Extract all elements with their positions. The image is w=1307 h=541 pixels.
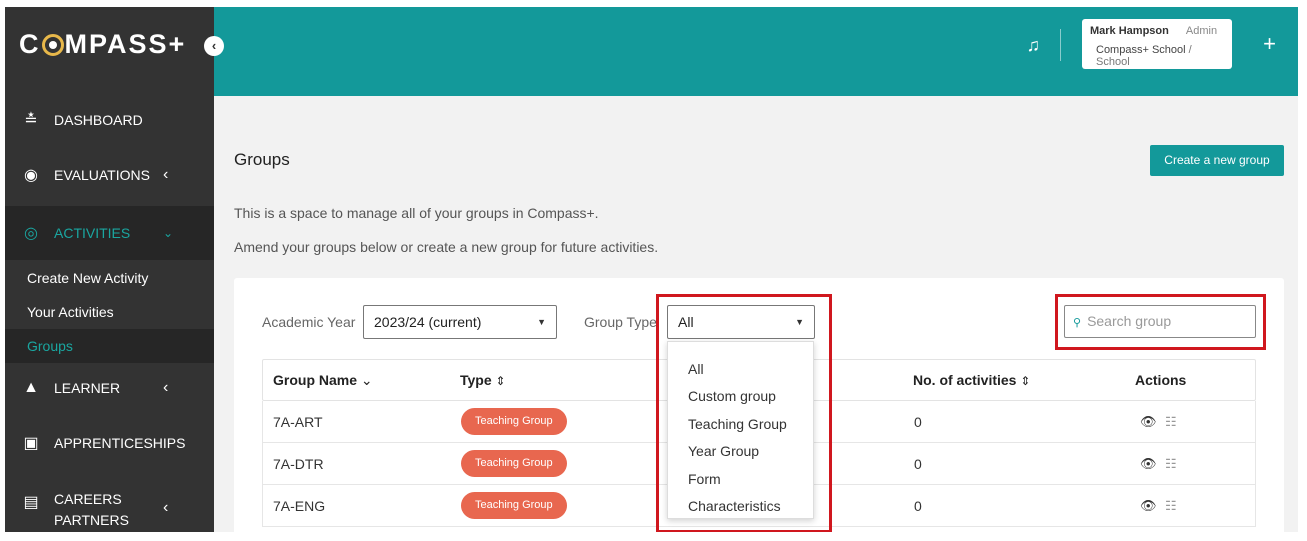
sidebar-collapse-button[interactable]: ‹: [204, 36, 224, 56]
dropdown-option-teaching-group[interactable]: Teaching Group: [688, 416, 787, 432]
chevron-down-icon: ⌄: [163, 226, 174, 240]
caret-down-icon: ▼: [795, 317, 804, 327]
dropdown-option-all[interactable]: All: [688, 361, 704, 377]
column-header-group-name[interactable]: Group Name ⌄: [273, 359, 373, 401]
activities-count-cell: 0: [914, 456, 922, 472]
group-name-cell: 7A-DTR: [273, 456, 324, 472]
page-description: This is a space to manage all of your gr…: [234, 205, 599, 221]
chart-icon: ≛: [24, 112, 38, 129]
sidebar-subitem-create-new-activity[interactable]: Create New Activity: [5, 261, 214, 295]
bell-off-icon[interactable]: ♫: [1027, 35, 1041, 56]
dropdown-option-custom-group[interactable]: Custom group: [688, 388, 776, 404]
sidebar-item-evaluations[interactable]: ◉ EVALUATIONS ‹: [5, 160, 214, 190]
chevron-left-icon: ‹: [163, 166, 169, 183]
academic-year-select[interactable]: 2023/24 (current) ▼: [363, 305, 557, 339]
sidebar-item-activities[interactable]: ◎ ACTIVITIES ⌄: [5, 206, 214, 260]
group-name-cell: 7A-ART: [273, 414, 323, 430]
chevron-down-icon: ⌄: [360, 372, 373, 388]
dropdown-option-characteristics[interactable]: Characteristics: [688, 498, 781, 514]
user-name: Mark Hampson: [1090, 25, 1169, 37]
column-header-actions: Actions: [1135, 372, 1187, 388]
sidebar: C MPASS+ ≛ DASHBOARD ◉ EVALUATIONS ‹ ◎ AC…: [5, 7, 214, 532]
target-icon: ◎: [24, 225, 38, 242]
caret-down-icon: ▼: [537, 317, 546, 327]
view-add-icon[interactable]: 👁: [1140, 443, 1157, 485]
chevron-left-icon: ‹: [211, 38, 217, 53]
sort-icon: ⇕: [1020, 374, 1031, 388]
activities-count-cell: 0: [914, 498, 922, 514]
user-card[interactable]: Mark Hampson Admin Compass+ School / Sch…: [1082, 19, 1232, 69]
view-add-icon[interactable]: 👁: [1140, 401, 1157, 443]
search-icon: ⚲: [1073, 317, 1082, 329]
sidebar-subitem-your-activities[interactable]: Your Activities: [5, 295, 214, 329]
group-type-select[interactable]: All ▼: [667, 305, 815, 339]
column-header-type[interactable]: Type ⇕: [460, 359, 506, 401]
sidebar-item-dashboard[interactable]: ≛ DASHBOARD: [5, 105, 214, 135]
sidebar-item-careers-partners[interactable]: ▤ CAREERS PARTNERS ‹: [5, 489, 214, 531]
archive-off-icon[interactable]: ☷: [1165, 401, 1177, 443]
chevron-left-icon: ‹: [163, 379, 169, 396]
sidebar-item-apprenticeships[interactable]: ▣ APPRENTICESHIPS: [5, 428, 214, 458]
dropdown-option-year-group[interactable]: Year Group: [688, 443, 759, 459]
school-name: Compass+ School: [1096, 44, 1186, 56]
page-description-secondary: Amend your groups below or create a new …: [234, 239, 659, 255]
add-button[interactable]: +: [1263, 31, 1276, 57]
create-group-button[interactable]: Create a new group: [1150, 145, 1284, 176]
archive-off-icon[interactable]: ☷: [1165, 485, 1177, 527]
page-title: Groups: [234, 150, 290, 169]
sort-icon: ⇕: [495, 374, 506, 388]
logo: C MPASS+: [19, 29, 187, 59]
briefcase-search-icon: ▣: [23, 435, 39, 452]
chevron-left-icon: ‹: [163, 499, 169, 516]
sidebar-item-learner[interactable]: ▲ LEARNER ‹: [5, 373, 214, 403]
dropdown-option-form[interactable]: Form: [688, 471, 721, 487]
type-badge: Teaching Group: [461, 492, 567, 519]
activities-count-cell: 0: [914, 414, 922, 430]
group-type-dropdown-menu: All Custom group Teaching Group Year Gro…: [667, 341, 814, 519]
type-badge: Teaching Group: [461, 408, 567, 435]
contact-card-icon: ▤: [23, 494, 39, 511]
search-input[interactable]: ⚲ Search group: [1064, 305, 1256, 338]
header-divider: [1060, 29, 1061, 61]
logo-compass-icon: [41, 33, 64, 56]
group-name-cell: 7A-ENG: [273, 498, 326, 514]
view-add-icon[interactable]: 👁: [1140, 485, 1157, 527]
app-frame: C MPASS+ ≛ DASHBOARD ◉ EVALUATIONS ‹ ◎ AC…: [5, 7, 1298, 532]
column-header-activities[interactable]: No. of activities ⇕: [913, 359, 1030, 401]
graduation-cap-icon: ▲: [23, 379, 39, 396]
group-type-label: Group Type: [584, 314, 657, 330]
academic-year-label: Academic Year: [262, 314, 356, 330]
user-role: Admin: [1185, 25, 1218, 37]
compass-icon: ◉: [24, 167, 38, 184]
type-badge: Teaching Group: [461, 450, 567, 477]
sidebar-subitem-groups[interactable]: Groups: [5, 329, 214, 363]
archive-off-icon[interactable]: ☷: [1165, 443, 1177, 485]
